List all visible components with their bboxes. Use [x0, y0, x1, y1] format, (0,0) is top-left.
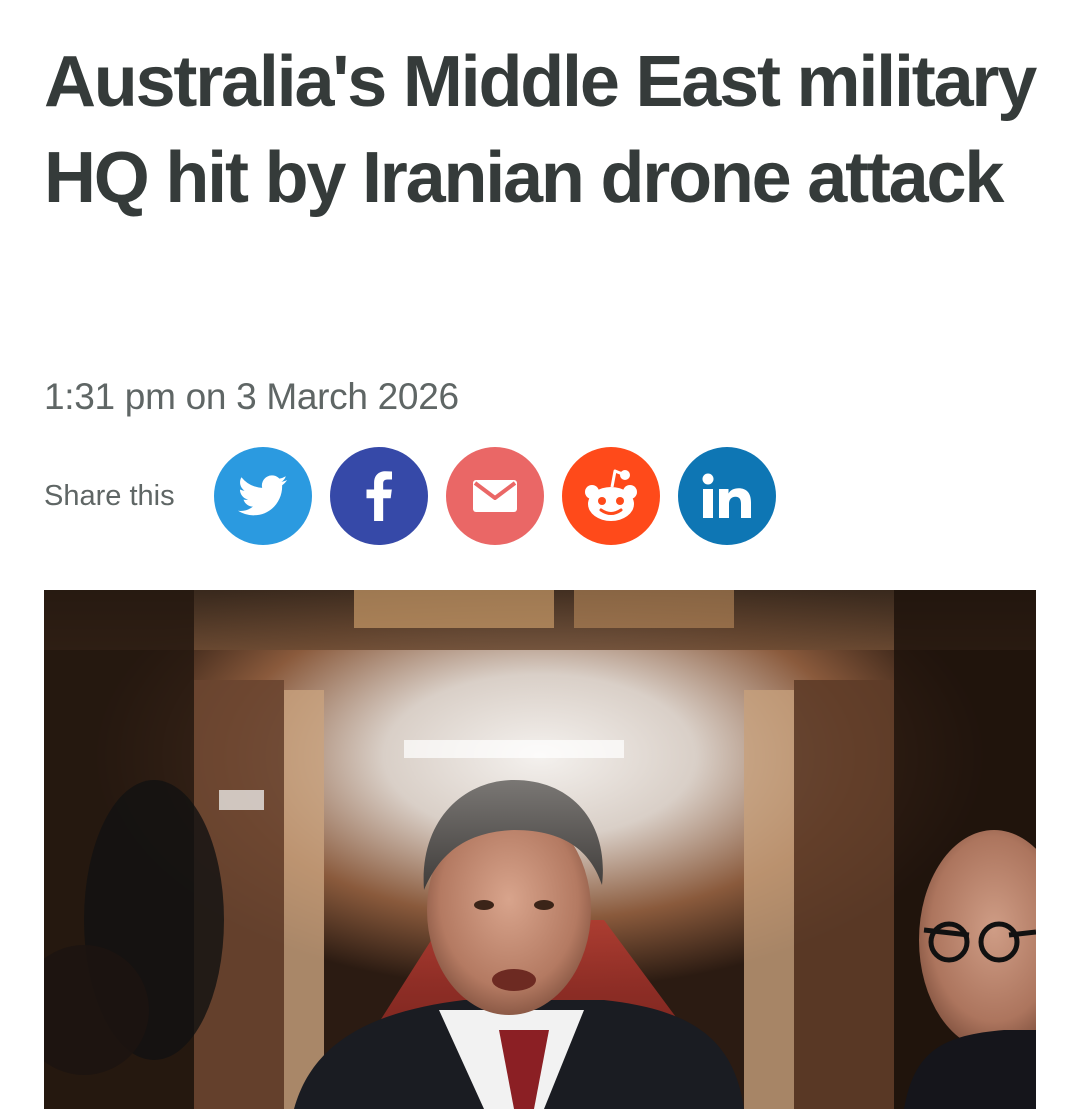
- share-label: Share this: [44, 479, 175, 512]
- article-timestamp: 1:31 pm on 3 March 2026: [44, 376, 459, 417]
- facebook-f-icon: [366, 471, 392, 521]
- share-facebook-button[interactable]: [330, 447, 428, 545]
- share-email-button[interactable]: [446, 447, 544, 545]
- twitter-bird-icon: [238, 475, 288, 516]
- hero-photo-illustration: [44, 590, 1036, 1109]
- share-bar: Share this: [44, 447, 794, 545]
- linkedin-in-icon: [702, 473, 751, 518]
- envelope-icon: [473, 480, 517, 512]
- reddit-alien-icon: [585, 469, 637, 521]
- article-headline: Australia's Middle East military HQ hit …: [44, 42, 1037, 218]
- share-linkedin-button[interactable]: [678, 447, 776, 545]
- share-reddit-button[interactable]: [562, 447, 660, 545]
- share-twitter-button[interactable]: [214, 447, 312, 545]
- hero-photo: [44, 590, 1036, 1109]
